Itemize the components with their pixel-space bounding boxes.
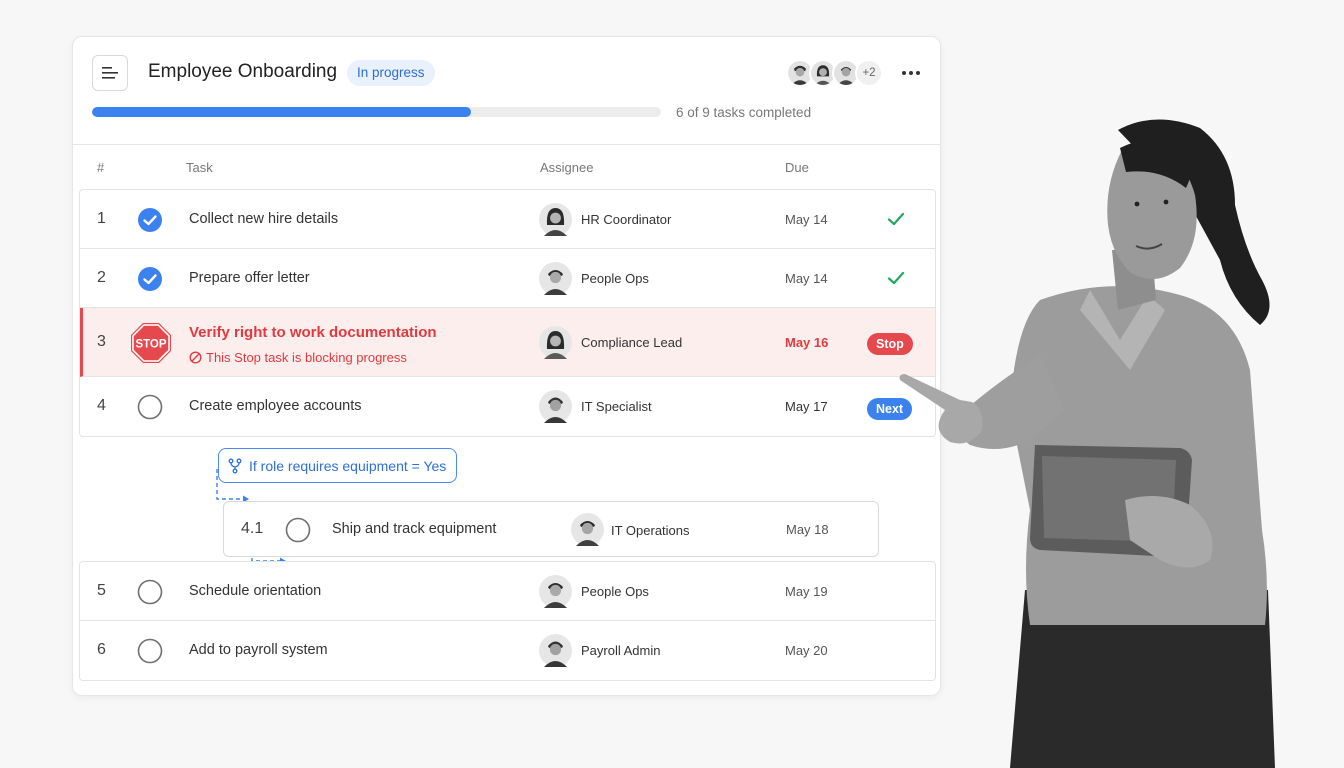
due-date: May 18 bbox=[786, 522, 829, 537]
due-date: May 19 bbox=[785, 584, 828, 599]
branch-icon bbox=[228, 458, 242, 473]
assignee-avatars[interactable]: +2 bbox=[786, 59, 886, 87]
task-title[interactable]: Verify right to work documentation bbox=[189, 324, 437, 341]
table-row[interactable]: 5 Schedule orientation People Ops May 19 bbox=[80, 562, 935, 621]
progress-fill bbox=[92, 107, 472, 117]
avatar bbox=[539, 634, 572, 667]
empty-circle-icon[interactable] bbox=[137, 394, 163, 420]
task-number: 1 bbox=[97, 210, 106, 227]
due-date: May 17 bbox=[785, 399, 828, 414]
empty-circle-icon[interactable] bbox=[285, 517, 311, 543]
assignee-name: Compliance Lead bbox=[581, 335, 683, 350]
avatar bbox=[539, 203, 572, 236]
assignee-name: IT Specialist bbox=[581, 399, 652, 414]
column-header-task: Task bbox=[186, 160, 213, 175]
condition-label: If role requires equipment = Yes bbox=[249, 457, 447, 474]
task-number: 4 bbox=[97, 397, 106, 414]
avatar bbox=[539, 390, 572, 423]
column-header-due: Due bbox=[785, 160, 809, 175]
blocking-warning-text: This Stop task is blocking progress bbox=[206, 350, 407, 365]
avatar bbox=[571, 513, 604, 546]
progress-bar bbox=[92, 107, 661, 117]
assignee-name: Payroll Admin bbox=[581, 643, 661, 658]
subtask-number: 4.1 bbox=[241, 520, 264, 537]
column-header-assignee: Assignee bbox=[540, 160, 594, 175]
task-title[interactable]: Add to payroll system bbox=[189, 642, 328, 658]
subtask-title[interactable]: Ship and track equipment bbox=[332, 521, 496, 537]
empty-circle-icon[interactable] bbox=[137, 638, 163, 664]
task-title[interactable]: Prepare offer letter bbox=[189, 270, 310, 286]
table-row[interactable]: 6 Add to payroll system Payroll Admin Ma… bbox=[80, 621, 935, 680]
page-title: Employee Onboarding bbox=[148, 61, 338, 82]
due-date: May 16 bbox=[785, 335, 829, 350]
table-row[interactable]: 1 Collect new hire details HR Coordinato… bbox=[80, 190, 935, 249]
avatar bbox=[539, 575, 572, 608]
due-date: May 20 bbox=[785, 643, 828, 658]
task-list-secondary: 5 Schedule orientation People Ops May 19… bbox=[79, 561, 936, 681]
due-date: May 14 bbox=[785, 271, 828, 286]
table-row[interactable]: 4 Create employee accounts IT Specialist… bbox=[80, 377, 935, 436]
task-number: 2 bbox=[97, 269, 106, 286]
task-number: 3 bbox=[97, 333, 106, 350]
condition-chip[interactable]: If role requires equipment = Yes bbox=[218, 448, 458, 483]
task-number: 6 bbox=[97, 641, 106, 658]
assignee-name: People Ops bbox=[581, 584, 649, 599]
sidebar-toggle-button[interactable] bbox=[92, 55, 128, 91]
task-title[interactable]: Collect new hire details bbox=[189, 211, 338, 227]
status-badge: In progress bbox=[347, 60, 435, 86]
task-title[interactable]: Schedule orientation bbox=[189, 583, 321, 599]
table-row-blocked[interactable]: 3 STOP Verify right to work documentatio… bbox=[80, 308, 935, 377]
table-row[interactable]: 2 Prepare offer letter People Ops May 14 bbox=[80, 249, 935, 308]
more-assignees-count[interactable]: +2 bbox=[855, 59, 883, 87]
column-header-number: # bbox=[97, 160, 105, 175]
avatar bbox=[539, 262, 572, 295]
due-date: May 14 bbox=[785, 212, 828, 227]
blocking-warning: This Stop task is blocking progress bbox=[189, 350, 407, 365]
assignee-name: IT Operations bbox=[611, 523, 690, 538]
subtask-row[interactable]: 4.1 Ship and track equipment IT Operatio… bbox=[223, 501, 879, 557]
assignee-name: People Ops bbox=[581, 271, 649, 286]
checked-circle-icon[interactable] bbox=[137, 207, 163, 233]
task-number: 5 bbox=[97, 582, 106, 599]
onboarding-card: Employee Onboarding In progress +2 6 of … bbox=[72, 36, 941, 696]
stop-sign-icon: STOP bbox=[131, 323, 171, 363]
checked-circle-icon[interactable] bbox=[137, 266, 163, 292]
task-list-primary: 1 Collect new hire details HR Coordinato… bbox=[79, 189, 936, 437]
progress-text: 6 of 9 tasks completed bbox=[676, 105, 812, 120]
more-options-icon[interactable] bbox=[899, 61, 923, 85]
header-divider bbox=[73, 144, 940, 145]
empty-circle-icon[interactable] bbox=[137, 579, 163, 605]
stop-sign-text: STOP bbox=[135, 339, 166, 351]
assignee-name: HR Coordinator bbox=[581, 212, 672, 227]
blocked-icon bbox=[189, 351, 202, 364]
menu-icon bbox=[102, 67, 118, 79]
person-with-tablet-illustration bbox=[899, 119, 1275, 768]
avatar bbox=[539, 326, 572, 359]
task-title[interactable]: Create employee accounts bbox=[189, 398, 362, 414]
